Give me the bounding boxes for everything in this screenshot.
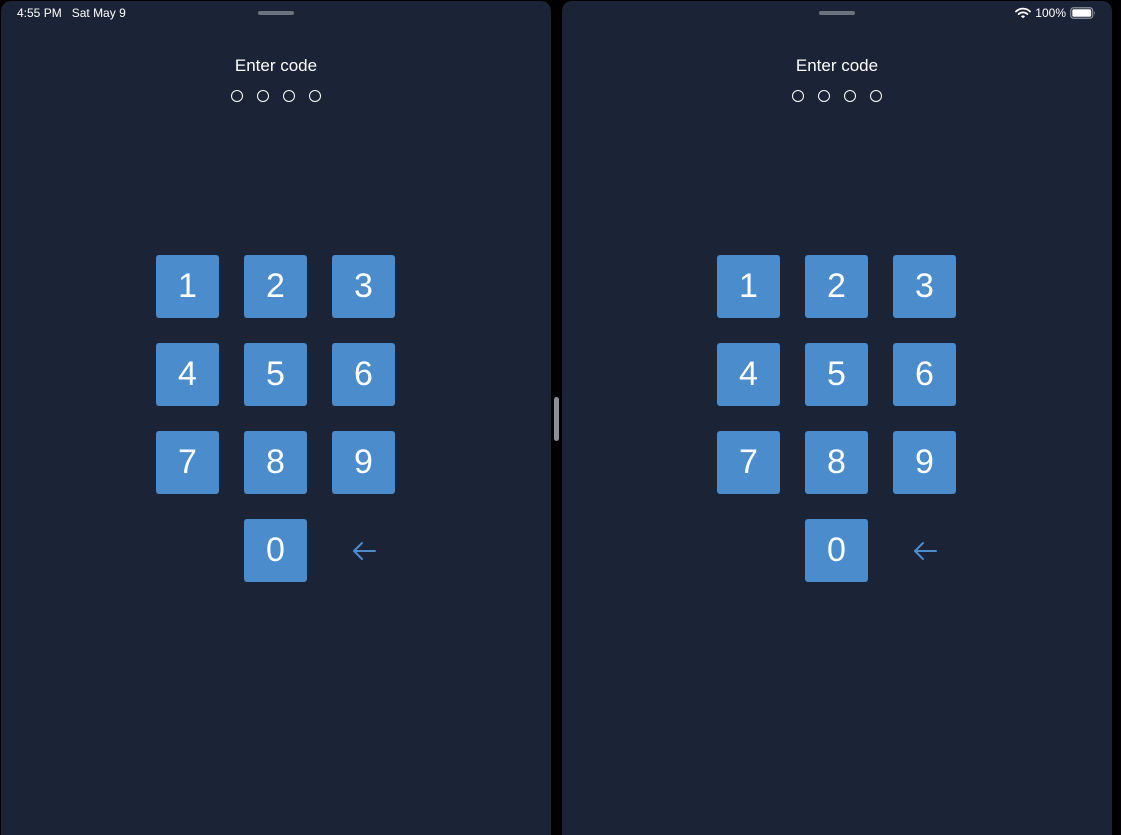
- left-pane: 4:55 PM Sat May 9 Enter code 1 2 3 4 5 6…: [1, 1, 551, 835]
- key-0-button[interactable]: 0: [805, 519, 868, 582]
- code-indicator: [231, 90, 321, 102]
- key-9-button[interactable]: 9: [332, 431, 395, 494]
- code-dot: [309, 90, 321, 102]
- key-1-button[interactable]: 1: [156, 255, 219, 318]
- key-7-button[interactable]: 7: [156, 431, 219, 494]
- key-6-button[interactable]: 6: [332, 343, 395, 406]
- code-dot: [870, 90, 882, 102]
- backspace-button[interactable]: [893, 519, 956, 582]
- multitasking-grabber[interactable]: [819, 11, 855, 15]
- keypad: 1 2 3 4 5 6 7 8 9 0: [717, 255, 957, 582]
- status-date: Sat May 9: [71, 6, 126, 20]
- page-title: Enter code: [234, 56, 318, 75]
- split-view-screen: 4:55 PM Sat May 9 Enter code 1 2 3 4 5 6…: [0, 0, 1121, 835]
- key-5-button[interactable]: 5: [244, 343, 307, 406]
- key-3-button[interactable]: 3: [332, 255, 395, 318]
- key-8-button[interactable]: 8: [805, 431, 868, 494]
- page-title: Enter code: [795, 56, 879, 75]
- split-divider-handle[interactable]: [554, 397, 559, 441]
- key-6-button[interactable]: 6: [893, 343, 956, 406]
- status-indicators: 100%: [1015, 5, 1096, 21]
- code-indicator: [792, 90, 882, 102]
- backspace-button[interactable]: [332, 519, 395, 582]
- code-dot: [231, 90, 243, 102]
- code-dot: [844, 90, 856, 102]
- code-dot: [257, 90, 269, 102]
- key-5-button[interactable]: 5: [805, 343, 868, 406]
- arrow-left-icon: [352, 541, 376, 560]
- key-2-button[interactable]: 2: [244, 255, 307, 318]
- key-3-button[interactable]: 3: [893, 255, 956, 318]
- code-dot: [283, 90, 295, 102]
- code-dot: [792, 90, 804, 102]
- multitasking-grabber[interactable]: [258, 11, 294, 15]
- key-4-button[interactable]: 4: [156, 343, 219, 406]
- battery-icon: [1070, 7, 1095, 19]
- battery-percentage: 100%: [1035, 6, 1066, 20]
- key-2-button[interactable]: 2: [805, 255, 868, 318]
- key-8-button[interactable]: 8: [244, 431, 307, 494]
- code-dot: [818, 90, 830, 102]
- key-9-button[interactable]: 9: [893, 431, 956, 494]
- keypad: 1 2 3 4 5 6 7 8 9 0: [156, 255, 396, 582]
- status-time: 4:55 PM: [17, 6, 62, 20]
- status-time-date: 4:55 PM Sat May 9: [17, 5, 126, 21]
- right-pane: 100% Enter code 1 2 3 4 5 6 7 8 9 0: [562, 1, 1112, 835]
- key-1-button[interactable]: 1: [717, 255, 780, 318]
- key-7-button[interactable]: 7: [717, 431, 780, 494]
- key-0-button[interactable]: 0: [244, 519, 307, 582]
- key-4-button[interactable]: 4: [717, 343, 780, 406]
- wifi-icon: [1015, 7, 1032, 19]
- arrow-left-icon: [913, 541, 937, 560]
